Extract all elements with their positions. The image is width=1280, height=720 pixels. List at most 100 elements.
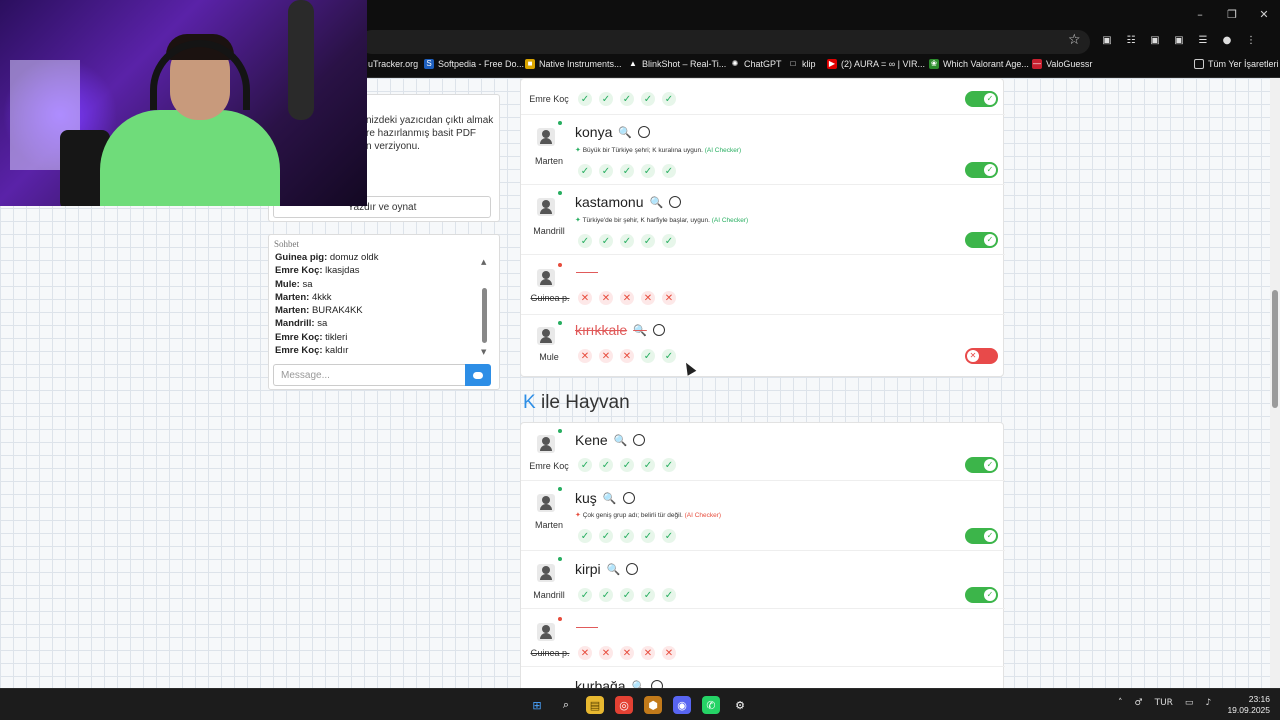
vote-no-icon[interactable]: ✕ [578, 349, 592, 363]
vote-yes-icon[interactable]: ✓ [599, 92, 613, 106]
bookmark-star-icon[interactable]: ☆ [1068, 32, 1081, 48]
vote-no-icon[interactable]: ✕ [662, 291, 676, 305]
bookmark-item[interactable]: uTracker.org [368, 59, 418, 69]
vote-yes-icon[interactable]: ✓ [599, 588, 613, 602]
vote-no-icon[interactable]: ✕ [620, 349, 634, 363]
extension-icon[interactable]: ▣ [1148, 33, 1162, 47]
vote-no-icon[interactable]: ✕ [641, 646, 655, 660]
message-input[interactable] [273, 364, 465, 386]
bookmark-item[interactable]: ❀ Which Valorant Age... [929, 59, 1029, 69]
send-button[interactable] [465, 364, 491, 386]
vote-no-icon[interactable]: ✕ [662, 646, 676, 660]
vote-yes-icon[interactable]: ✓ [662, 92, 676, 106]
vote-yes-icon[interactable]: ✓ [641, 458, 655, 472]
vote-yes-icon[interactable]: ✓ [641, 92, 655, 106]
scroll-up-icon[interactable]: ▲ [481, 258, 486, 266]
search-icon[interactable]: 🔍 [614, 434, 628, 447]
language-indicator[interactable]: TUR [1155, 698, 1173, 708]
close-icon[interactable]: ✕ [1248, 0, 1280, 28]
vote-yes-icon[interactable]: ✓ [641, 529, 655, 543]
smile-icon[interactable] [652, 324, 665, 336]
bookmark-item[interactable]: — ValoGuessr [1032, 59, 1092, 69]
chat-scrollbar[interactable]: ▲ ▼ [481, 258, 489, 356]
smile-icon[interactable] [626, 563, 639, 575]
vote-yes-icon[interactable]: ✓ [578, 164, 592, 178]
discord-icon[interactable]: ◉ [673, 696, 691, 714]
smile-icon[interactable] [669, 196, 682, 208]
approve-toggle[interactable]: ✕ [965, 348, 998, 364]
search-icon[interactable]: 🔍 [618, 126, 632, 139]
search-icon[interactable]: 🔍 [603, 492, 617, 505]
vote-yes-icon[interactable]: ✓ [599, 458, 613, 472]
approve-toggle[interactable]: ✓ [965, 91, 998, 107]
vote-yes-icon[interactable]: ✓ [662, 588, 676, 602]
page-scrollbar[interactable] [1270, 78, 1280, 688]
vote-yes-icon[interactable]: ✓ [620, 164, 634, 178]
vote-yes-icon[interactable]: ✓ [578, 234, 592, 248]
approve-toggle[interactable]: ✓ [965, 162, 998, 178]
vote-yes-icon[interactable]: ✓ [662, 529, 676, 543]
vote-yes-icon[interactable]: ✓ [641, 588, 655, 602]
vote-yes-icon[interactable]: ✓ [620, 234, 634, 248]
smile-icon[interactable] [622, 492, 635, 504]
bookmark-item[interactable]: ▶ (2) AURA = ∞ | VIR... [827, 59, 925, 69]
search-icon[interactable]: 🔍 [633, 324, 647, 337]
vote-yes-icon[interactable]: ✓ [578, 529, 592, 543]
vote-yes-icon[interactable]: ✓ [578, 92, 592, 106]
volume-icon[interactable]: ♪ [1205, 698, 1211, 708]
extension-icon[interactable]: ▣ [1100, 33, 1114, 47]
profile-icon[interactable]: ● [1220, 33, 1234, 47]
address-field[interactable] [360, 30, 1090, 54]
vote-yes-icon[interactable]: ✓ [620, 458, 634, 472]
bookmark-item[interactable]: S Softpedia - Free Do... [424, 59, 524, 69]
scroll-down-icon[interactable]: ▼ [481, 348, 486, 356]
clock[interactable]: 23:16 19.09.2025 [1227, 694, 1270, 716]
microphone-icon[interactable]: ♂ [1135, 698, 1143, 708]
vote-no-icon[interactable]: ✕ [578, 646, 592, 660]
display-icon[interactable]: ▭ [1185, 698, 1194, 708]
vote-yes-icon[interactable]: ✓ [641, 234, 655, 248]
vote-yes-icon[interactable]: ✓ [578, 458, 592, 472]
approve-toggle[interactable]: ✓ [965, 587, 998, 603]
vote-yes-icon[interactable]: ✓ [620, 588, 634, 602]
windows-start-icon[interactable]: ⊞ [528, 696, 546, 714]
scrollbar-thumb[interactable] [1272, 290, 1278, 408]
vote-yes-icon[interactable]: ✓ [620, 92, 634, 106]
settings-icon[interactable]: ⚙ [731, 696, 749, 714]
whatsapp-icon[interactable]: ✆ [702, 696, 720, 714]
vote-yes-icon[interactable]: ✓ [662, 234, 676, 248]
chrome-icon[interactable]: ◎ [615, 696, 633, 714]
vote-yes-icon[interactable]: ✓ [662, 164, 676, 178]
vote-yes-icon[interactable]: ✓ [641, 164, 655, 178]
vote-yes-icon[interactable]: ✓ [662, 458, 676, 472]
game-launcher-icon[interactable]: ⬢ [644, 696, 662, 714]
minimize-icon[interactable]: – [1184, 0, 1216, 28]
all-bookmarks[interactable]: Tüm Yer İşaretleri [1194, 59, 1279, 69]
vote-no-icon[interactable]: ✕ [599, 646, 613, 660]
extension-icon[interactable]: ☷ [1124, 33, 1138, 47]
smile-icon[interactable] [638, 126, 651, 138]
search-icon[interactable]: 🔍 [607, 563, 621, 576]
vote-yes-icon[interactable]: ✓ [599, 164, 613, 178]
bookmark-item[interactable]: □ klip [788, 59, 816, 69]
vote-no-icon[interactable]: ✕ [641, 291, 655, 305]
menu-icon[interactable]: ⋮ [1244, 33, 1258, 47]
chat-scroll-thumb[interactable] [482, 288, 487, 343]
vote-yes-icon[interactable]: ✓ [578, 588, 592, 602]
vote-no-icon[interactable]: ✕ [578, 291, 592, 305]
search-icon[interactable]: 🔍 [649, 196, 663, 209]
extension-icon[interactable]: ☰ [1196, 33, 1210, 47]
vote-no-icon[interactable]: ✕ [599, 291, 613, 305]
vote-yes-icon[interactable]: ✓ [662, 349, 676, 363]
smile-icon[interactable] [633, 434, 646, 446]
file-explorer-icon[interactable]: ▤ [586, 696, 604, 714]
maximize-icon[interactable]: ❐ [1216, 0, 1248, 28]
vote-yes-icon[interactable]: ✓ [641, 349, 655, 363]
search-icon[interactable]: ⌕ [557, 696, 575, 714]
extension-icon[interactable]: ▣ [1172, 33, 1186, 47]
chevron-up-icon[interactable]: ˄ [1118, 698, 1123, 708]
vote-yes-icon[interactable]: ✓ [599, 234, 613, 248]
vote-no-icon[interactable]: ✕ [620, 291, 634, 305]
approve-toggle[interactable]: ✓ [965, 232, 998, 248]
approve-toggle[interactable]: ✓ [965, 528, 998, 544]
